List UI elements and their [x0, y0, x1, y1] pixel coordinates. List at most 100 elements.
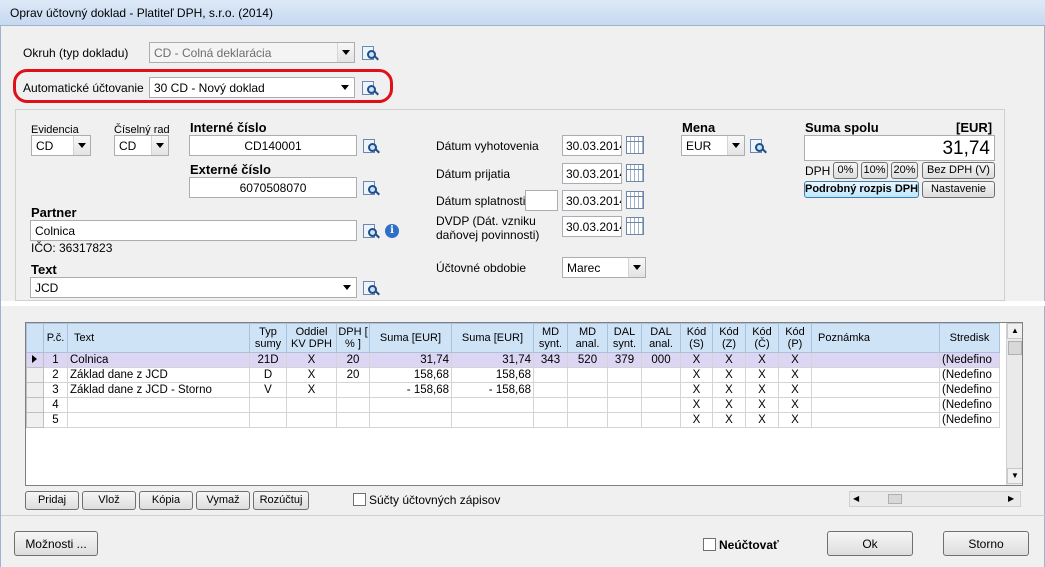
table-cell[interactable]: 1	[43, 352, 68, 368]
partner-lookup-icon[interactable]	[362, 222, 380, 240]
table-cell[interactable]: 158,68	[369, 367, 452, 383]
scroll-up-icon[interactable]: ▲	[1007, 323, 1022, 339]
suma-spolu-field[interactable]: 31,74	[804, 135, 995, 161]
table-cell[interactable]	[811, 397, 940, 413]
table-cell[interactable]: - 158,68	[369, 382, 452, 398]
nastavenie-button[interactable]: Nastavenie	[922, 181, 995, 198]
table-cell[interactable]: X	[745, 382, 779, 398]
table-cell[interactable]: X	[778, 397, 812, 413]
table-row[interactable]: 2 Základ dane z JCD D X 20 158,68 158,68 X X X X (N…	[26, 367, 1000, 383]
table-row[interactable]: 3 Základ dane z JCD - Storno V X - 158,68- 1…	[26, 382, 1000, 398]
table-cell[interactable]	[567, 382, 608, 398]
table-cell[interactable]: (Nedefino	[939, 352, 1000, 368]
table-cell[interactable]: Colnica	[67, 352, 250, 368]
table-cell[interactable]: X	[712, 382, 746, 398]
table-cell[interactable]: X	[745, 397, 779, 413]
column-header[interactable]: Kód (Z)	[712, 323, 746, 353]
vymaz-button[interactable]: Vymaž	[196, 491, 250, 510]
row-indicator[interactable]	[26, 412, 44, 428]
table-cell[interactable]: X	[712, 367, 746, 383]
ciselny-rad-select[interactable]: CD	[114, 135, 169, 156]
chevron-down-icon[interactable]	[151, 136, 168, 155]
chevron-down-icon[interactable]	[339, 278, 356, 297]
moznosti-button[interactable]: Možnosti ...	[14, 531, 98, 556]
table-cell[interactable]	[67, 397, 250, 413]
scroll-thumb[interactable]	[888, 494, 902, 504]
datum-vyhotovenia-field[interactable]: 30.03.2014	[562, 135, 622, 156]
table-cell[interactable]	[533, 367, 568, 383]
table-cell[interactable]	[811, 412, 940, 428]
table-cell[interactable]	[67, 412, 250, 428]
table-cell[interactable]: (Nedefino	[939, 397, 1000, 413]
calendar-icon[interactable]	[626, 217, 644, 235]
table-cell[interactable]: 000	[641, 352, 681, 368]
table-cell[interactable]: 158,68	[451, 367, 534, 383]
table-cell[interactable]	[811, 352, 940, 368]
table-cell[interactable]: 21D	[249, 352, 287, 368]
table-cell[interactable]: X	[712, 397, 746, 413]
table-cell[interactable]	[451, 397, 534, 413]
column-header[interactable]: Stredisk	[939, 323, 1000, 353]
row-indicator[interactable]	[26, 367, 44, 383]
column-header[interactable]: Text	[67, 323, 250, 353]
dph-10-button[interactable]: 10%	[861, 162, 888, 179]
column-header[interactable]: Suma [EUR]	[369, 323, 452, 353]
table-cell[interactable]: X	[745, 352, 779, 368]
table-cell[interactable]: - 158,68	[451, 382, 534, 398]
table-cell[interactable]	[286, 397, 337, 413]
column-header[interactable]: Suma [EUR]	[451, 323, 534, 353]
dvdp-field[interactable]: 30.03.2014	[562, 216, 622, 237]
row-indicator[interactable]	[26, 397, 44, 413]
column-header[interactable]: P.č.	[43, 323, 68, 353]
table-cell[interactable]: X	[286, 382, 337, 398]
scroll-down-icon[interactable]: ▼	[1007, 468, 1022, 484]
table-cell[interactable]	[249, 412, 287, 428]
uctovne-obdobie-select[interactable]: Marec	[562, 257, 646, 278]
column-header[interactable]: MD synt.	[533, 323, 568, 353]
table-cell[interactable]: X	[680, 352, 713, 368]
table-cell[interactable]: X	[712, 412, 746, 428]
datum-splatnosti-field[interactable]: 30.03.2014	[562, 190, 622, 211]
column-header[interactable]: Oddiel KV DPH	[286, 323, 337, 353]
calendar-icon[interactable]	[626, 164, 644, 182]
table-cell[interactable]: X	[286, 352, 337, 368]
scroll-right-icon[interactable]: ▶	[1008, 494, 1014, 503]
column-header[interactable]: Kód (S)	[680, 323, 713, 353]
scroll-left-icon[interactable]: ◀	[853, 494, 859, 503]
table-cell[interactable]	[286, 412, 337, 428]
text-lookup-icon[interactable]	[362, 279, 380, 297]
table-cell[interactable]	[641, 397, 681, 413]
table-cell[interactable]: D	[249, 367, 287, 383]
column-header[interactable]: DAL synt.	[607, 323, 642, 353]
externe-cislo-lookup-icon[interactable]	[362, 179, 380, 197]
table-cell[interactable]: X	[680, 397, 713, 413]
dph-20-button[interactable]: 20%	[891, 162, 918, 179]
chevron-down-icon[interactable]	[727, 136, 744, 155]
table-cell[interactable]: X	[745, 412, 779, 428]
table-cell[interactable]	[567, 412, 608, 428]
pridaj-button[interactable]: Pridaj	[25, 491, 79, 510]
table-cell[interactable]: 31,74	[451, 352, 534, 368]
calendar-icon[interactable]	[626, 191, 644, 209]
dph-0-button[interactable]: 0%	[833, 162, 858, 179]
scroll-thumb[interactable]	[1008, 341, 1022, 355]
auto-uctovanie-lookup-icon[interactable]	[361, 79, 379, 97]
okruh-lookup-icon[interactable]	[361, 44, 379, 62]
table-cell[interactable]	[607, 382, 642, 398]
table-cell[interactable]: X	[778, 382, 812, 398]
table-cell[interactable]: X	[680, 382, 713, 398]
row-pointer-icon[interactable]	[26, 352, 44, 368]
chevron-down-icon[interactable]	[337, 43, 354, 62]
okruh-select[interactable]: CD - Colná deklarácia	[149, 42, 355, 63]
chevron-down-icon[interactable]	[628, 258, 645, 277]
table-cell[interactable]	[336, 397, 370, 413]
table-cell[interactable]: 2	[43, 367, 68, 383]
datum-prijatia-field[interactable]: 30.03.2014	[562, 163, 622, 184]
column-header[interactable]: Poznámka	[811, 323, 940, 353]
table-cell[interactable]: X	[778, 412, 812, 428]
chevron-down-icon[interactable]	[73, 136, 90, 155]
table-row[interactable]: 1 Colnica 21D X 20 31,74 31,74 343 520 379 000 X X X X…	[26, 352, 1000, 368]
table-row[interactable]: 4 X X X X (Nedefino	[26, 397, 1000, 413]
table-cell[interactable]	[567, 367, 608, 383]
table-cell[interactable]: Základ dane z JCD - Storno	[67, 382, 250, 398]
